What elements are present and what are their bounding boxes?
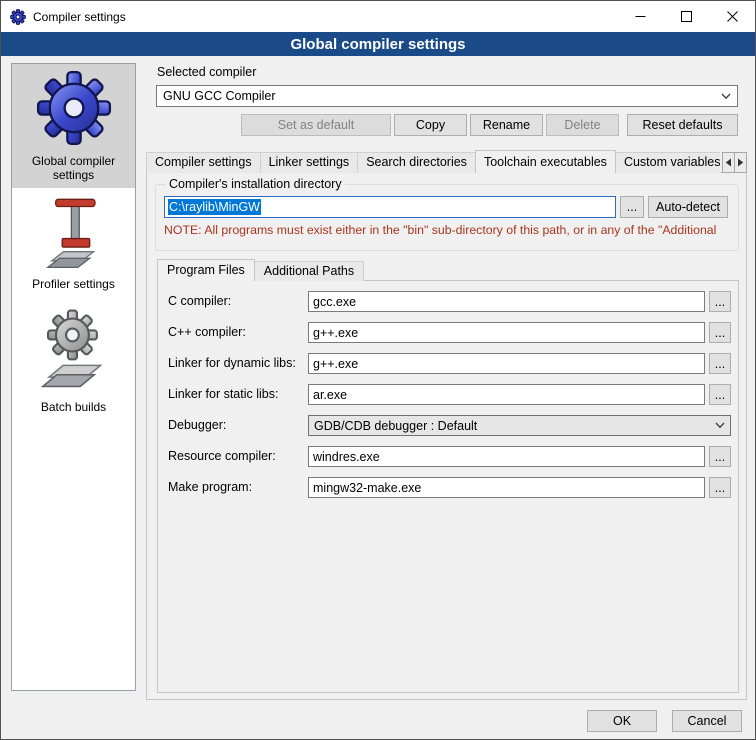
dynamic-linker-input[interactable] [308, 353, 705, 374]
program-subtabs: Program Files Additional Paths [157, 259, 363, 281]
installation-directory-legend: Compiler's installation directory [166, 177, 345, 191]
field-label: Linker for dynamic libs: [168, 353, 296, 374]
reset-defaults-button[interactable]: Reset defaults [627, 114, 738, 136]
tab-custom-variables[interactable]: Custom variables [615, 152, 720, 173]
sidebar-item-label: Profiler settings [28, 277, 119, 291]
installation-directory-input[interactable]: C:\raylib\MinGW [164, 196, 616, 218]
field-label: Make program: [168, 477, 252, 498]
tabs-scroll-area: Compiler settings Linker settings Search… [146, 150, 720, 173]
static-linker-input[interactable] [308, 384, 705, 405]
resource-compiler-input[interactable] [308, 446, 705, 467]
field-row-c-compiler: C compiler: ... [158, 291, 738, 312]
sidebar-item-label: Batch builds [37, 400, 110, 414]
cancel-button[interactable]: Cancel [672, 710, 742, 732]
profiler-tool-icon [41, 198, 107, 273]
window-controls [617, 1, 755, 32]
sidebar-item-profiler-settings[interactable]: Profiler settings [12, 198, 135, 291]
delete-button[interactable]: Delete [546, 114, 619, 136]
maximize-button[interactable] [663, 1, 709, 32]
browse-directory-button[interactable]: ... [620, 196, 644, 218]
close-button[interactable] [709, 1, 755, 32]
cpp-compiler-input[interactable] [308, 322, 705, 343]
sidebar-item-global-compiler-settings[interactable]: Global compiler settings [12, 64, 135, 188]
debugger-select-value: GDB/CDB debugger : Default [314, 419, 477, 433]
titlebar[interactable]: Compiler settings [1, 1, 755, 32]
static-linker-browse-button[interactable]: ... [709, 384, 731, 405]
rename-button[interactable]: Rename [470, 114, 543, 136]
field-label: C++ compiler: [168, 322, 246, 343]
field-label: C compiler: [168, 291, 231, 312]
tab-toolchain-executables[interactable]: Toolchain executables [475, 150, 616, 173]
toolchain-executables-panel: Compiler's installation directory C:\ray… [146, 172, 747, 700]
auto-detect-button[interactable]: Auto-detect [648, 196, 728, 218]
tab-linker-settings[interactable]: Linker settings [260, 152, 359, 173]
field-row-resource-compiler: Resource compiler: ... [158, 446, 738, 467]
field-label: Resource compiler: [168, 446, 276, 467]
window-title: Compiler settings [33, 10, 126, 24]
compiler-actions: Set as default Copy Rename Delete Reset … [146, 114, 738, 136]
batch-gear-stack-icon [35, 305, 113, 396]
c-compiler-input[interactable] [308, 291, 705, 312]
debugger-select[interactable]: GDB/CDB debugger : Default [308, 415, 731, 436]
field-row-dynamic-linker: Linker for dynamic libs: ... [158, 353, 738, 374]
sidebar-item-batch-builds[interactable]: Batch builds [12, 305, 135, 414]
installation-directory-value: C:\raylib\MinGW [168, 199, 261, 215]
selected-compiler-label: Selected compiler [157, 65, 256, 79]
compiler-select-value: GNU GCC Compiler [163, 89, 276, 103]
note-text: NOTE: All programs must exist either in … [164, 223, 730, 237]
set-as-default-button[interactable]: Set as default [241, 114, 391, 136]
app-gear-icon [10, 9, 26, 25]
sidebar: Global compiler settings Profiler settin… [11, 63, 136, 691]
dynamic-linker-browse-button[interactable]: ... [709, 353, 731, 374]
resource-compiler-browse-button[interactable]: ... [709, 446, 731, 467]
compiler-select[interactable]: GNU GCC Compiler [156, 85, 738, 107]
sidebar-item-label: Global compiler settings [12, 154, 135, 182]
field-row-make-program: Make program: ... [158, 477, 738, 498]
field-row-debugger: Debugger: GDB/CDB debugger : Default [158, 415, 738, 436]
chevron-down-icon [721, 93, 731, 100]
ok-button[interactable]: OK [587, 710, 657, 732]
installation-directory-row: C:\raylib\MinGW ... Auto-detect [164, 196, 730, 218]
gear-icon [35, 69, 113, 150]
tab-scroll-right-button[interactable] [734, 152, 747, 173]
program-files-panel: C compiler: ... C++ compiler: ... Linker… [157, 280, 739, 693]
subtab-additional-paths[interactable]: Additional Paths [254, 261, 364, 281]
tab-search-directories[interactable]: Search directories [357, 152, 476, 173]
c-compiler-browse-button[interactable]: ... [709, 291, 731, 312]
settings-tabbar: Compiler settings Linker settings Search… [146, 150, 747, 173]
tab-compiler-settings[interactable]: Compiler settings [146, 152, 261, 173]
dialog-header: Global compiler settings [1, 32, 755, 56]
field-label: Debugger: [168, 415, 226, 436]
cpp-compiler-browse-button[interactable]: ... [709, 322, 731, 343]
field-row-static-linker: Linker for static libs: ... [158, 384, 738, 405]
minimize-button[interactable] [617, 1, 663, 32]
tab-scroll-buttons [723, 152, 747, 173]
make-program-browse-button[interactable]: ... [709, 477, 731, 498]
make-program-input[interactable] [308, 477, 705, 498]
installation-directory-groupbox: Compiler's installation directory C:\ray… [155, 177, 739, 251]
subtab-program-files[interactable]: Program Files [157, 259, 255, 281]
copy-button[interactable]: Copy [394, 114, 467, 136]
compiler-settings-window: Compiler settings Global compiler settin… [0, 0, 756, 740]
field-row-cpp-compiler: C++ compiler: ... [158, 322, 738, 343]
chevron-down-icon [715, 422, 725, 429]
field-label: Linker for static libs: [168, 384, 278, 405]
